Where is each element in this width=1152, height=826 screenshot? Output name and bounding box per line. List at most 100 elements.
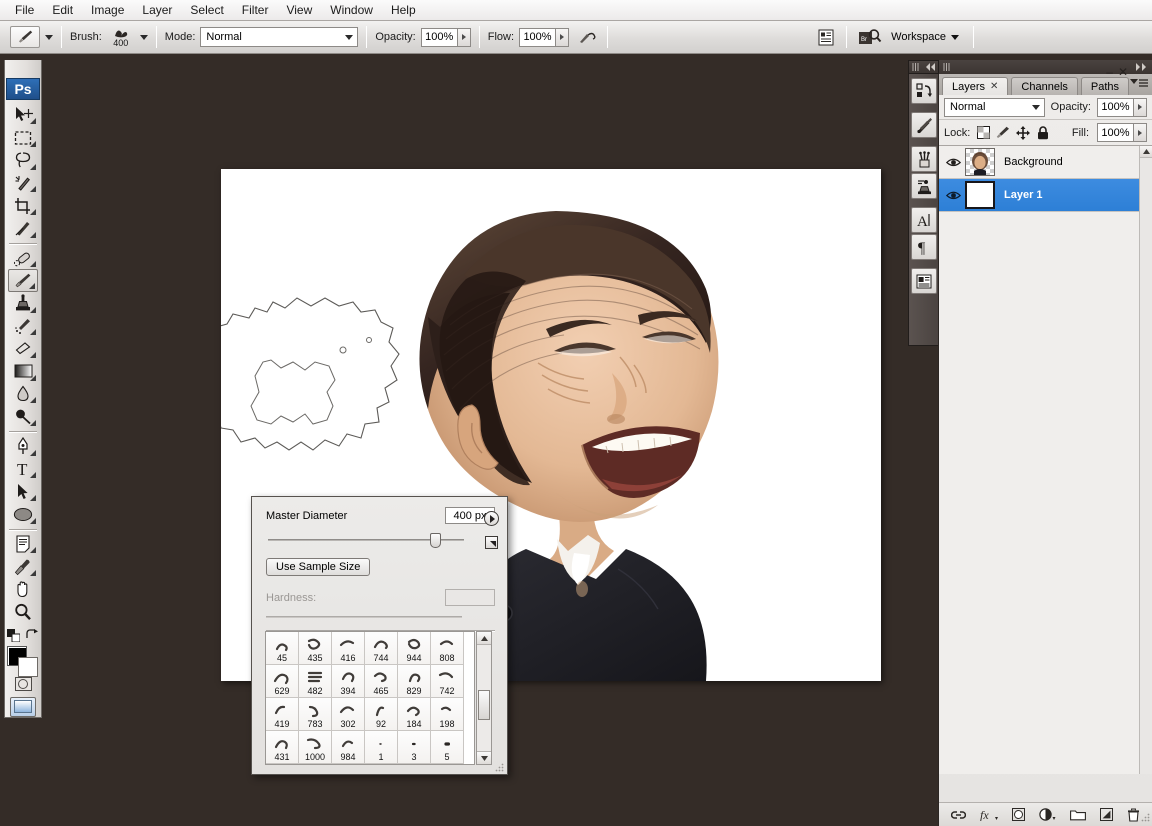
toggle-palettes-button[interactable] <box>814 26 838 48</box>
brush-preset-cell[interactable]: 198 <box>431 698 464 731</box>
table-row[interactable]: Background <box>939 146 1152 179</box>
crop-tool[interactable] <box>8 194 38 217</box>
delete-layer-button[interactable] <box>1127 807 1140 822</box>
brushes-panel-button[interactable] <box>911 146 937 172</box>
new-group-button[interactable] <box>1070 809 1086 821</box>
path-selection-tool[interactable] <box>8 480 38 503</box>
blend-mode-select[interactable]: Normal <box>200 27 359 47</box>
notes-tool[interactable] <box>8 533 38 556</box>
character-panel-button[interactable]: A <box>911 207 937 233</box>
menu-item-window[interactable]: Window <box>321 1 382 19</box>
close-icon[interactable]: ✕ <box>990 81 998 92</box>
brush-preset-cell[interactable]: 416 <box>332 632 365 665</box>
brush-preset-cell[interactable]: 184 <box>398 698 431 731</box>
layer-visibility-toggle[interactable] <box>941 157 965 168</box>
tab-channels[interactable]: Channels <box>1011 77 1078 95</box>
lock-all-icon[interactable] <box>1036 125 1050 140</box>
adjustment-layer-button[interactable] <box>1039 808 1056 821</box>
scroll-up-arrow-icon[interactable] <box>477 632 491 645</box>
lock-image-pixels-icon[interactable] <box>996 126 1010 140</box>
layer-thumbnail[interactable] <box>965 181 995 209</box>
workspace-button[interactable]: Workspace <box>885 29 965 45</box>
flow-input[interactable]: 100% <box>519 27 556 47</box>
menu-item-help[interactable]: Help <box>382 1 425 19</box>
background-color-swatch[interactable] <box>18 656 38 677</box>
minimize-button[interactable]: – <box>1106 65 1113 79</box>
opacity-slider-arrow[interactable] <box>456 27 471 47</box>
scrollbar-thumb[interactable] <box>478 690 490 720</box>
flow-control[interactable]: 100% <box>519 27 570 47</box>
brush-preset-cell[interactable] <box>398 764 431 765</box>
brush-preset-cell[interactable] <box>332 764 365 765</box>
tab-paths[interactable]: Paths <box>1080 77 1130 95</box>
eraser-tool[interactable] <box>8 337 38 360</box>
opacity-control[interactable]: 100% <box>420 27 471 47</box>
panel-close-button[interactable]: ✕ <box>1118 65 1128 79</box>
menu-item-view[interactable]: View <box>277 1 321 19</box>
brush-preset-cell[interactable]: 1 <box>365 731 398 764</box>
ellipse-shape-tool[interactable] <box>8 503 38 526</box>
brush-picker-caret-icon[interactable] <box>139 34 148 40</box>
info-panel-button[interactable] <box>911 268 937 294</box>
pen-tool[interactable] <box>8 435 38 458</box>
popup-menu-icon[interactable] <box>484 511 499 526</box>
layer-name[interactable]: Background <box>1004 156 1063 168</box>
type-tool[interactable]: T <box>8 458 38 481</box>
tab-layers[interactable]: Layers ✕ <box>942 77 1009 95</box>
brush-preset-cell[interactable]: 783 <box>299 698 332 731</box>
link-layers-button[interactable] <box>951 810 966 820</box>
color-swatches[interactable] <box>6 645 40 677</box>
brush-preset-cell[interactable]: 742 <box>431 665 464 698</box>
airbrush-toggle[interactable] <box>575 26 599 48</box>
scroll-up-arrow-icon[interactable] <box>1140 146 1152 158</box>
brush-picker[interactable]: 400 <box>107 27 135 48</box>
tool-presets-panel-button[interactable] <box>911 112 937 138</box>
opacity-input[interactable]: 100% <box>420 27 457 47</box>
brush-preset-cell[interactable]: 419 <box>266 698 299 731</box>
layer-name[interactable]: Layer 1 <box>1004 189 1043 201</box>
menu-item-file[interactable]: File <box>6 1 43 19</box>
swap-colors-icon[interactable] <box>26 629 39 641</box>
tool-preset-picker[interactable] <box>10 26 40 48</box>
layer-fill-input[interactable]: 100% <box>1097 123 1133 142</box>
layer-visibility-toggle[interactable] <box>941 190 965 201</box>
brush-preset-cell[interactable]: 1000 <box>299 731 332 764</box>
brush-preset-cell[interactable]: 808 <box>431 632 464 665</box>
menu-item-edit[interactable]: Edit <box>43 1 82 19</box>
layer-list-scrollbar[interactable] <box>1139 146 1152 774</box>
layer-mask-button[interactable] <box>1012 808 1025 821</box>
brush-preset-cell[interactable] <box>431 764 464 765</box>
scroll-down-arrow-icon[interactable] <box>477 751 491 764</box>
brush-preset-cell[interactable]: 3 <box>398 731 431 764</box>
layer-opacity-control[interactable]: 100% <box>1097 97 1147 117</box>
default-colors-icon[interactable] <box>7 628 20 642</box>
brush-preset-cell[interactable]: 984 <box>332 731 365 764</box>
table-row[interactable]: Layer 1 <box>939 179 1152 212</box>
layer-blend-mode-select[interactable]: Normal <box>944 97 1045 117</box>
quick-mask-button[interactable] <box>8 675 38 693</box>
lock-transparent-pixels-icon[interactable] <box>976 126 990 140</box>
layer-opacity-input[interactable]: 100% <box>1097 97 1133 117</box>
history-brush-tool[interactable] <box>8 315 38 338</box>
lasso-tool[interactable] <box>8 149 38 172</box>
brush-preset-cell[interactable]: 744 <box>365 632 398 665</box>
menu-item-layer[interactable]: Layer <box>133 1 181 19</box>
brush-preset-cell[interactable]: 482 <box>299 665 332 698</box>
flow-slider-arrow[interactable] <box>555 27 570 47</box>
marquee-tool[interactable] <box>8 126 38 149</box>
lock-position-icon[interactable] <box>1016 125 1031 140</box>
tool-preset-caret-icon[interactable] <box>45 34 53 40</box>
layer-style-button[interactable]: fx <box>980 808 998 821</box>
menu-item-image[interactable]: Image <box>82 1 133 19</box>
brush-preset-cell[interactable]: 629 <box>266 665 299 698</box>
move-tool[interactable] <box>8 104 38 127</box>
blur-tool[interactable] <box>8 383 38 406</box>
zoom-tool[interactable] <box>8 601 38 624</box>
brush-preset-cell[interactable]: 5 <box>431 731 464 764</box>
brush-preset-cell[interactable]: 435 <box>299 632 332 665</box>
master-diameter-slider[interactable] <box>268 533 464 548</box>
brush-preset-grid[interactable]: 45 435 416 744 944 808 629 482 394 465 829 742 419 78… <box>265 631 475 765</box>
use-sample-size-button[interactable]: Use Sample Size <box>266 558 371 576</box>
eyedropper-tool[interactable] <box>8 555 38 578</box>
brush-tool[interactable] <box>8 269 38 293</box>
